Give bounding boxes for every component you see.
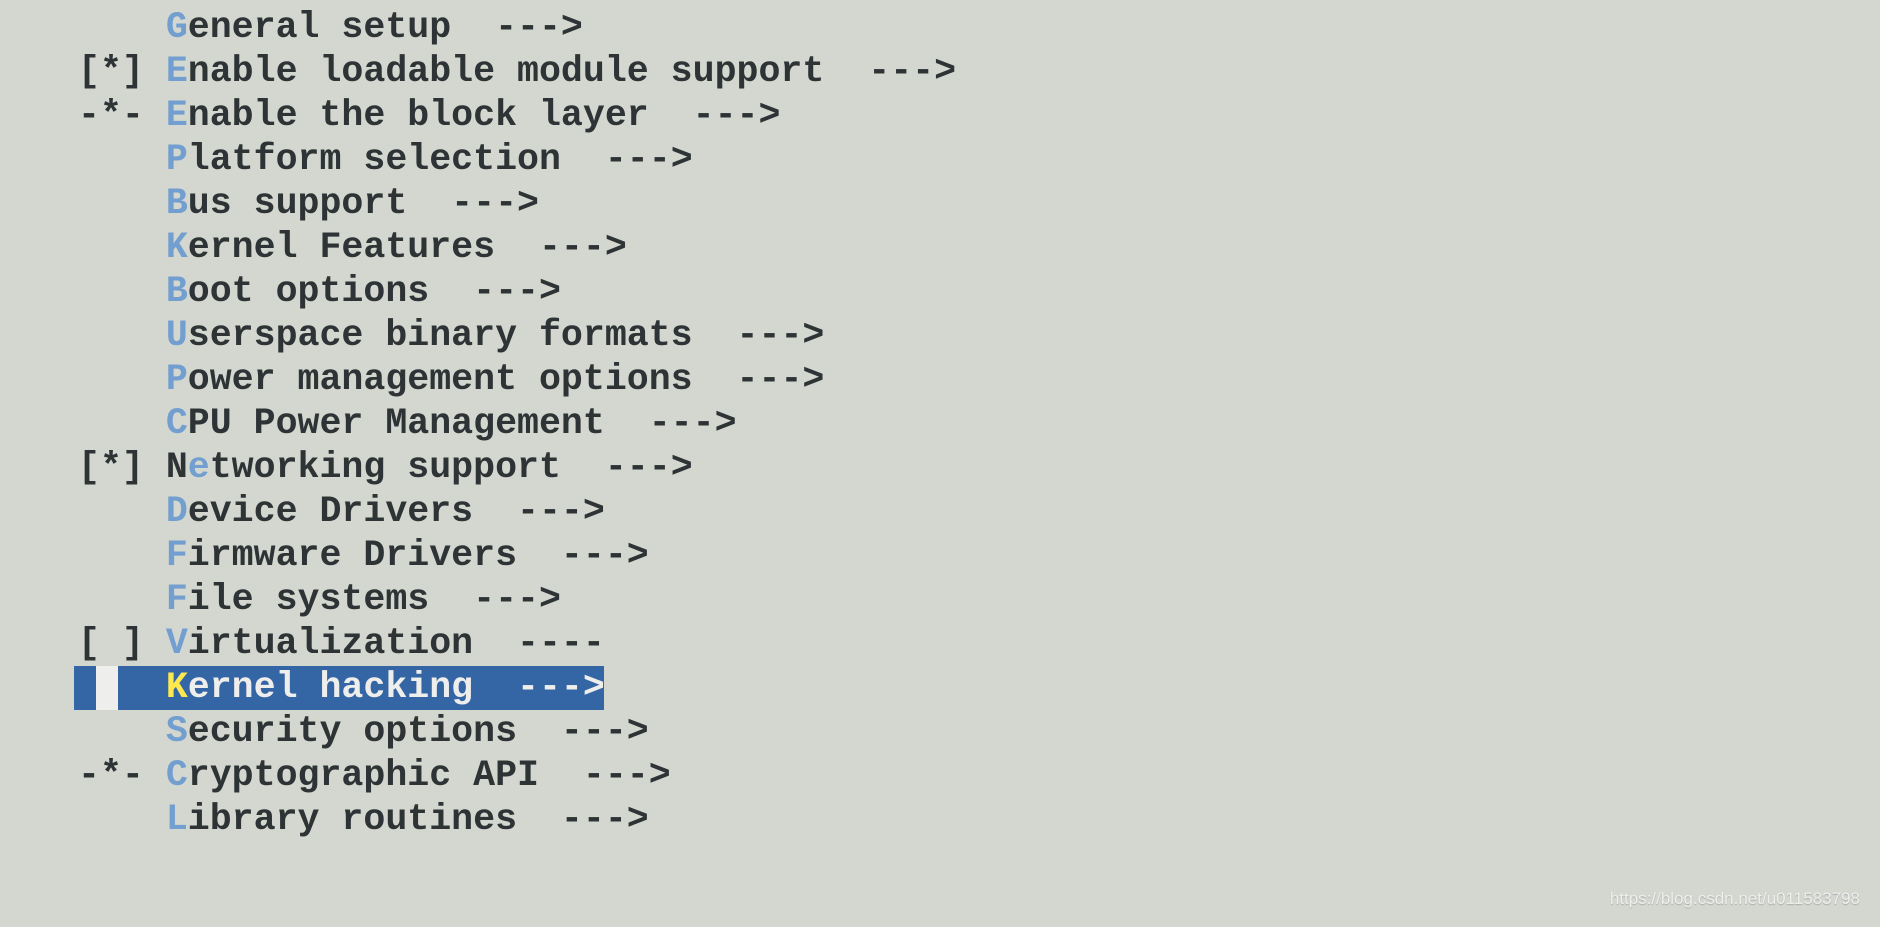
menu-item-enable-loadable-module-support[interactable]: [*] Enable loadable module support --->: [78, 50, 956, 94]
item-hotkey: V: [165, 623, 188, 664]
item-hotkey: E: [165, 95, 188, 136]
submenu-arrow: --->: [692, 315, 825, 356]
item-state: [78, 139, 166, 180]
menu-item-cryptographic-api[interactable]: -*- Cryptographic API --->: [78, 754, 956, 798]
menu-item-file-systems[interactable]: File systems --->: [78, 578, 956, 622]
item-label: evice Drivers: [187, 491, 474, 532]
item-state: [78, 579, 166, 620]
kernel-config-menu: General setup ---> [*] Enable loadable mo…: [74, 6, 956, 842]
menu-item-networking-support[interactable]: [*] Networking support --->: [78, 446, 956, 490]
menu-item-bus-support[interactable]: Bus support --->: [78, 182, 956, 226]
item-label: nable loadable module support: [187, 51, 825, 92]
item-hotkey: S: [165, 711, 188, 752]
submenu-arrow: --->: [538, 755, 671, 796]
item-label: serspace binary formats: [187, 315, 693, 356]
item-label: ibrary routines: [187, 799, 518, 840]
item-label-start: N: [165, 447, 188, 488]
item-hotkey: D: [165, 491, 188, 532]
submenu-arrow: --->: [824, 51, 957, 92]
menu-item-device-drivers[interactable]: Device Drivers --->: [78, 490, 956, 534]
menu-item-kernel-features[interactable]: Kernel Features --->: [78, 226, 956, 270]
item-state: [78, 271, 166, 312]
item-hotkey: B: [165, 183, 188, 224]
item-state: [78, 535, 166, 576]
item-label: tworking support: [209, 447, 561, 488]
item-label: ile systems: [187, 579, 430, 620]
submenu-arrow: --->: [648, 95, 781, 136]
item-state: [78, 227, 166, 268]
item-state: [78, 7, 166, 48]
submenu-arrow: --->: [517, 711, 649, 752]
item-hotkey: K: [165, 667, 188, 708]
item-state: [78, 315, 166, 356]
item-label: ecurity options: [187, 711, 518, 752]
submenu-arrow: --->: [560, 139, 693, 180]
submenu-arrow: --->: [692, 359, 825, 400]
item-state: [*]: [78, 447, 166, 488]
item-label: PU Power Management: [187, 403, 605, 444]
item-state: [*]: [78, 51, 166, 92]
item-hotkey: G: [165, 7, 188, 48]
item-label: us support: [187, 183, 408, 224]
menu-item-enable-the-block-layer[interactable]: -*- Enable the block layer --->: [78, 94, 956, 138]
item-state: -*-: [78, 755, 166, 796]
item-label: irtualization: [187, 623, 474, 664]
item-state: [78, 491, 166, 532]
menu-item-boot-options[interactable]: Boot options --->: [78, 270, 956, 314]
item-hotkey: B: [165, 271, 188, 312]
menu-item-virtualization[interactable]: [ ] Virtualization ----: [78, 622, 956, 666]
menu-item-library-routines[interactable]: Library routines --->: [78, 798, 956, 842]
item-hotkey: K: [165, 227, 188, 268]
submenu-arrow: ----: [473, 623, 605, 664]
item-hotkey: P: [165, 359, 188, 400]
item-hotkey: C: [165, 403, 188, 444]
item-hotkey: F: [165, 535, 188, 576]
item-hotkey: C: [165, 755, 188, 796]
item-label: ernel hacking: [187, 667, 474, 708]
item-hotkey: F: [165, 579, 188, 620]
menu-item-cpu-power-management[interactable]: CPU Power Management --->: [78, 402, 956, 446]
item-state: [ ]: [78, 623, 166, 664]
cursor: [96, 666, 118, 710]
item-hotkey: U: [165, 315, 188, 356]
submenu-arrow: --->: [517, 535, 649, 576]
menu-item-power-management-options[interactable]: Power management options --->: [78, 358, 956, 402]
item-label: ernel Features: [187, 227, 496, 268]
submenu-arrow: --->: [517, 799, 649, 840]
item-state: [78, 799, 166, 840]
item-hotkey: e: [187, 447, 210, 488]
item-state: [78, 403, 166, 444]
item-state: [78, 183, 166, 224]
item-hotkey: L: [165, 799, 188, 840]
item-label: nable the block layer: [187, 95, 649, 136]
item-label: latform selection: [187, 139, 561, 180]
menu-item-firmware-drivers[interactable]: Firmware Drivers --->: [78, 534, 956, 578]
item-state: [78, 359, 166, 400]
submenu-arrow: --->: [495, 227, 627, 268]
item-hotkey: E: [165, 51, 188, 92]
submenu-arrow: --->: [407, 183, 539, 224]
item-label: ryptographic API: [187, 755, 539, 796]
submenu-arrow: --->: [560, 447, 693, 488]
menu-item-platform-selection[interactable]: Platform selection --->: [78, 138, 956, 182]
submenu-arrow: --->: [429, 579, 561, 620]
item-hotkey: P: [165, 139, 188, 180]
menu-item-userspace-binary-formats[interactable]: Userspace binary formats --->: [78, 314, 956, 358]
menu-item-general-setup[interactable]: General setup --->: [78, 6, 956, 50]
item-state: [78, 711, 166, 752]
item-label: oot options: [187, 271, 430, 312]
menu-item-security-options[interactable]: Security options --->: [78, 710, 956, 754]
submenu-arrow: --->: [451, 7, 583, 48]
submenu-arrow: --->: [429, 271, 561, 312]
submenu-arrow: --->: [473, 491, 605, 532]
item-state: -*-: [78, 95, 166, 136]
submenu-arrow: --->: [604, 403, 737, 444]
menu-item-kernel-hacking[interactable]: Kernel hacking --->: [74, 666, 605, 710]
submenu-arrow: --->: [473, 667, 605, 708]
item-label: ower management options: [187, 359, 693, 400]
item-label: irmware Drivers: [187, 535, 518, 576]
watermark: https://blog.csdn.net/u011583798: [1609, 889, 1860, 908]
item-label: eneral setup: [187, 7, 452, 48]
item-state: [78, 667, 166, 708]
